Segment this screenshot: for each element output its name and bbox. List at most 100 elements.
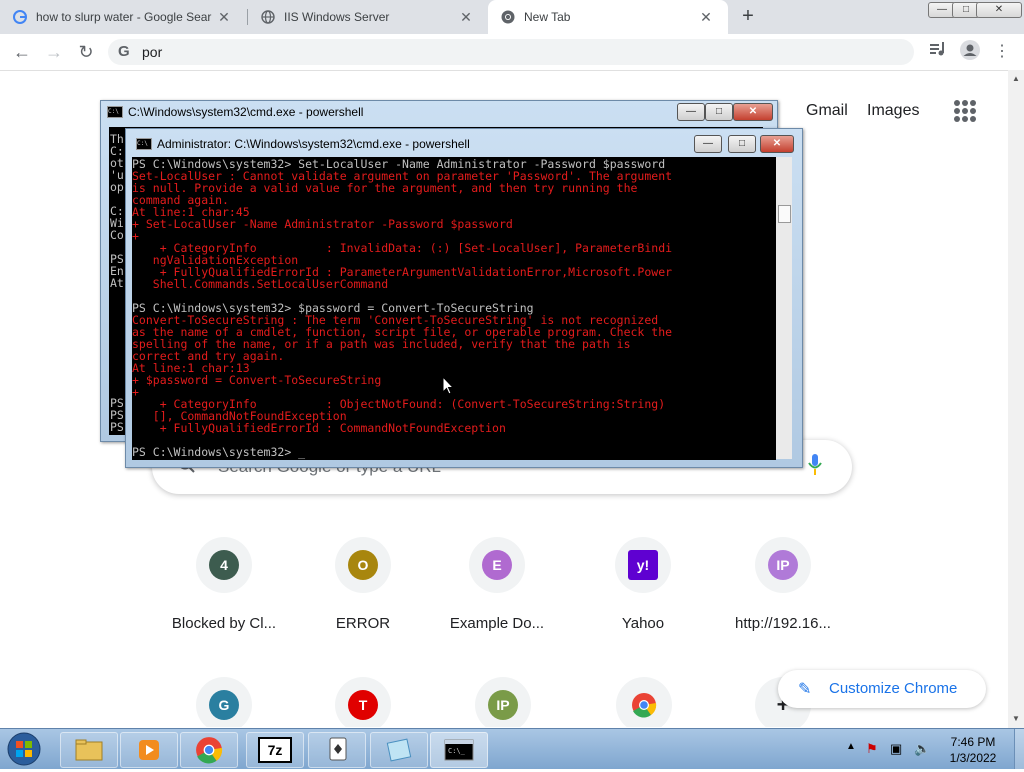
- shortcut-icon-bg: [616, 677, 672, 727]
- close-tab-icon[interactable]: ✕: [458, 9, 474, 25]
- shortcut-tile[interactable]: E Example Do...: [437, 537, 557, 647]
- images-link[interactable]: Images: [867, 102, 919, 120]
- console-line: + FullyQualifiedErrorId : CommandNotFoun…: [132, 421, 506, 435]
- taskbar-media-player[interactable]: [120, 732, 178, 768]
- scroll-up-arrow-icon[interactable]: ▲: [1012, 74, 1020, 83]
- shortcut-tile[interactable]: O ERROR: [303, 537, 423, 647]
- shortcut-icon-bg: 4: [196, 537, 252, 593]
- cmd-icon: C:\: [136, 138, 152, 150]
- cmd-title-text: Administrator: C:\Windows\system32\cmd.e…: [157, 137, 470, 151]
- console-line: PS C:\Windows\system32> _: [132, 445, 306, 459]
- console-line: Shell.Commands.SetLocalUserCommand: [132, 277, 389, 291]
- shortcut-letter-icon: E: [482, 550, 512, 580]
- customize-chrome-label: Customize Chrome: [829, 680, 958, 697]
- cmd-close-button[interactable]: ✕: [760, 135, 794, 153]
- shortcut-label: Yahoo: [621, 615, 665, 632]
- tab-label: how to slurp water - Google Sear: [36, 10, 212, 24]
- back-arrow-icon[interactable]: ←: [10, 40, 34, 64]
- cmd-scrollbar[interactable]: [776, 157, 792, 459]
- tab-strip: how to slurp water - Google Sear ✕ IIS W…: [0, 0, 1024, 34]
- cards-icon: [329, 737, 347, 761]
- shortcut-letter-icon: O: [348, 550, 378, 580]
- taskbar-explorer[interactable]: [60, 732, 118, 768]
- shortcut-letter-icon: 4: [209, 550, 239, 580]
- cmd-window-admin[interactable]: C:\ Administrator: C:\Windows\system32\c…: [125, 128, 803, 468]
- address-bar[interactable]: G por: [108, 39, 914, 65]
- reload-icon[interactable]: ↻: [74, 40, 98, 64]
- shortcut-label: Blocked by Cl...: [171, 615, 277, 632]
- close-tab-icon[interactable]: ✕: [216, 9, 232, 25]
- shortcut-letter-icon: IP: [488, 690, 518, 720]
- microphone-icon[interactable]: [808, 454, 822, 476]
- cmd-scrollbar-thumb[interactable]: [778, 205, 791, 223]
- show-desktop-button[interactable]: [1014, 729, 1024, 769]
- console-line: + $password = Convert-ToSecureString: [132, 373, 382, 387]
- start-button[interactable]: [4, 731, 46, 767]
- network-icon[interactable]: ▣: [890, 741, 902, 757]
- cmd-maximize-button[interactable]: □: [728, 135, 756, 153]
- shortcut-icon-bg: O: [335, 537, 391, 593]
- console-text: Th C: ot 'u op C: Wi Co PS En At PS PS P…: [110, 132, 124, 434]
- shortcut-label: http://192.16...: [735, 615, 831, 632]
- google-g-icon: G: [118, 43, 130, 60]
- shortcut-tile[interactable]: IP: [443, 677, 563, 727]
- media-control-icon[interactable]: [926, 40, 950, 64]
- customize-chrome-button[interactable]: ✎ Customize Chrome: [778, 670, 986, 708]
- volume-icon[interactable]: 🔈: [914, 741, 930, 757]
- shortcut-tile[interactable]: 4 Blocked by Cl...: [164, 537, 284, 647]
- new-tab-button[interactable]: +: [738, 6, 758, 26]
- shortcut-icon-bg: IP: [475, 677, 531, 727]
- cmd-console[interactable]: PS C:\Windows\system32> Set-LocalUser -N…: [132, 157, 776, 460]
- system-clock[interactable]: 7:46 PM 1/3/2022: [940, 734, 1006, 766]
- yahoo-icon: y!: [628, 550, 658, 580]
- shortcut-icon-bg: E: [469, 537, 525, 593]
- clock-date: 1/3/2022: [949, 751, 997, 765]
- media-player-icon: [139, 740, 159, 760]
- shortcut-tile[interactable]: G: [164, 677, 284, 727]
- forward-arrow-icon[interactable]: →: [42, 40, 66, 64]
- svg-text:C:\_: C:\_: [448, 747, 466, 755]
- shortcut-tile[interactable]: [584, 677, 704, 727]
- cmd-icon: C:\: [107, 106, 123, 118]
- tab-label: New Tab: [524, 10, 571, 24]
- taskbar-solitaire[interactable]: [308, 732, 366, 768]
- shortcut-tile[interactable]: IP http://192.16...: [723, 537, 843, 647]
- clock-time: 7:46 PM: [950, 735, 996, 749]
- cmd-title: C:\ C:\Windows\system32\cmd.exe - powers…: [107, 105, 363, 119]
- page-scrollbar[interactable]: ▲ ▼: [1008, 70, 1024, 728]
- shortcut-tile[interactable]: T: [303, 677, 423, 727]
- gmail-link[interactable]: Gmail: [806, 102, 848, 120]
- tab-iis[interactable]: IIS Windows Server ✕: [248, 0, 488, 34]
- taskbar-7zip[interactable]: 7z: [246, 732, 304, 768]
- notepad-icon: [386, 738, 412, 762]
- cmd-close-button[interactable]: ✕: [733, 103, 773, 121]
- console-line: + Set-LocalUser -Name Administrator -Pas…: [132, 217, 513, 231]
- taskbar-cmd[interactable]: C:\_: [430, 732, 488, 768]
- shortcut-tile[interactable]: y! Yahoo: [583, 537, 703, 647]
- profile-avatar-icon[interactable]: [958, 40, 982, 64]
- close-button[interactable]: ✕: [976, 2, 1022, 18]
- browser-toolbar: ← → ↻ G por ⋮: [0, 34, 1024, 71]
- address-bar-text[interactable]: por: [142, 44, 162, 60]
- taskbar-notepad[interactable]: [370, 732, 428, 768]
- show-hidden-icons-icon[interactable]: ▲: [846, 741, 856, 752]
- tab-label: IIS Windows Server: [284, 10, 390, 24]
- pencil-icon: ✎: [798, 681, 812, 698]
- kebab-menu-icon[interactable]: ⋮: [990, 40, 1014, 64]
- cmd-minimize-button[interactable]: —: [694, 135, 722, 153]
- folder-icon: [75, 739, 103, 761]
- cmd-title: C:\ Administrator: C:\Windows\system32\c…: [136, 137, 470, 151]
- cmd-maximize-button[interactable]: □: [705, 103, 733, 121]
- shortcut-label: Example Do...: [449, 615, 545, 632]
- tab-new-tab[interactable]: New Tab ✕: [488, 0, 728, 34]
- tab-google-search[interactable]: how to slurp water - Google Sear ✕: [0, 0, 246, 34]
- action-center-icon[interactable]: ⚑: [866, 741, 878, 757]
- apps-grid-icon[interactable]: [954, 100, 976, 122]
- taskbar-chrome[interactable]: [180, 732, 238, 768]
- shortcut-letter-icon: G: [209, 690, 239, 720]
- cmd-minimize-button[interactable]: —: [677, 103, 705, 121]
- scroll-down-arrow-icon[interactable]: ▼: [1012, 714, 1020, 723]
- close-tab-icon[interactable]: ✕: [698, 9, 714, 25]
- shortcut-letter-icon: IP: [768, 550, 798, 580]
- shortcut-icon-bg: G: [196, 677, 252, 727]
